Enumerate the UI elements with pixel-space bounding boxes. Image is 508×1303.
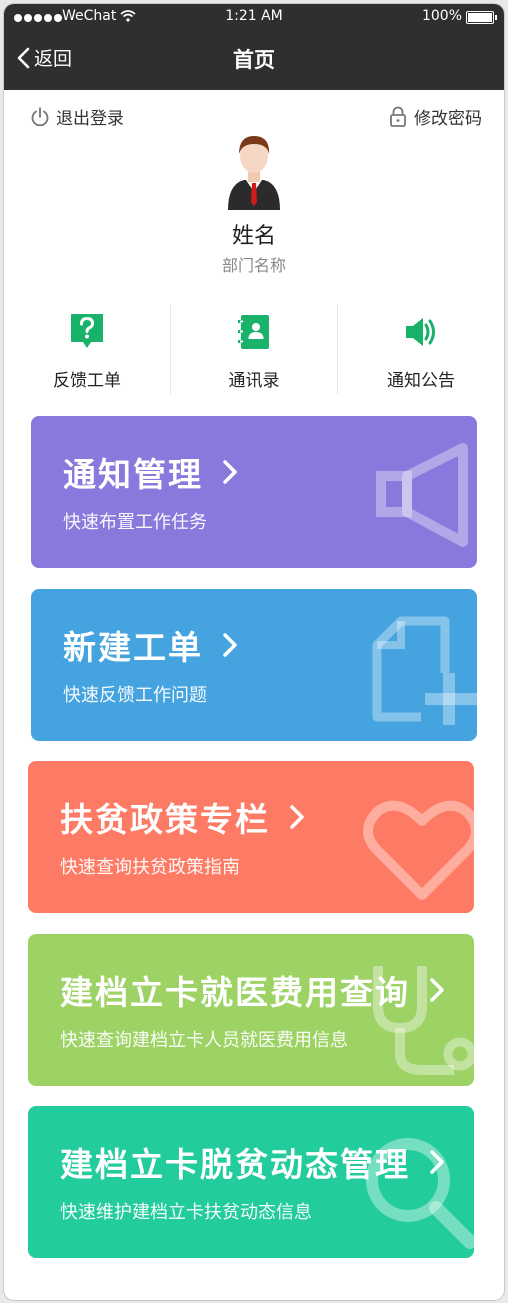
poverty-policy-card[interactable]: 扶贫政策专栏 快速查询扶贫政策指南: [28, 761, 474, 913]
chevron-right-icon: [223, 633, 237, 657]
avatar: [228, 136, 280, 210]
shortcut-label: 通讯录: [228, 371, 280, 391]
card-title: 通知管理: [63, 448, 239, 496]
shortcut-bar: 反馈工单 通讯录 通知公告: [4, 304, 504, 394]
phone-screen: WeChat 1:21 AM 100% 返回 首页 退出登录 修改密码 姓名 部…: [4, 4, 504, 1300]
power-icon: [31, 106, 49, 126]
chevron-right-icon: [223, 460, 237, 484]
change-password-button[interactable]: 修改密码: [388, 104, 482, 129]
card-title-text: 扶贫政策专栏: [60, 800, 270, 839]
status-bar: WeChat 1:21 AM 100%: [4, 4, 504, 30]
shortcut-feedback[interactable]: 反馈工单: [4, 304, 170, 394]
page-title: 首页: [233, 48, 275, 72]
card-subtitle: 快速反馈工作问题: [63, 685, 207, 706]
chevron-right-icon: [430, 1150, 444, 1174]
lock-icon: [390, 106, 406, 127]
card-subtitle: 快速维护建档立卡扶贫动态信息: [60, 1202, 312, 1223]
top-bar: WeChat 1:21 AM 100% 返回 首页: [4, 4, 504, 90]
contacts-book-icon: [238, 315, 269, 349]
logout-button[interactable]: 退出登录: [30, 104, 124, 129]
battery-icon: [466, 11, 497, 24]
new-ticket-card[interactable]: 新建工单 快速反馈工作问题: [31, 589, 477, 741]
card-title-text: 通知管理: [63, 455, 203, 494]
user-name: 姓名: [231, 224, 276, 249]
chevron-right-icon: [290, 805, 304, 829]
card-title-text: 建档立卡脱贫动态管理: [60, 1145, 410, 1184]
card-title: 建档立卡脱贫动态管理: [60, 1138, 446, 1186]
new-document-icon: [372, 616, 477, 725]
department-name: 部门名称: [221, 256, 286, 275]
card-subtitle: 快速查询建档立卡人员就医费用信息: [60, 1030, 348, 1051]
notice-management-card[interactable]: 通知管理 快速布置工作任务: [31, 416, 477, 568]
shortcut-label: 反馈工单: [53, 371, 121, 391]
nav-bar: 返回 首页: [4, 34, 504, 84]
card-title-text: 新建工单: [63, 628, 203, 667]
card-title: 建档立卡就医费用查询: [60, 966, 446, 1014]
card-title: 新建工单: [63, 621, 239, 669]
question-bubble-icon: [71, 314, 103, 348]
logout-label: 退出登录: [56, 109, 124, 129]
card-subtitle: 快速查询扶贫政策指南: [60, 857, 240, 878]
poverty-dynamic-card[interactable]: 建档立卡脱贫动态管理 快速维护建档立卡扶贫动态信息: [28, 1106, 474, 1258]
card-title-text: 建档立卡就医费用查询: [60, 973, 410, 1012]
card-subtitle: 快速布置工作任务: [63, 512, 207, 533]
chevron-right-icon: [430, 978, 444, 1002]
change-password-label: 修改密码: [414, 109, 482, 129]
battery-percent: 100%: [421, 8, 462, 24]
shortcut-contacts[interactable]: 通讯录: [170, 304, 337, 394]
shortcut-notices[interactable]: 通知公告: [337, 304, 504, 394]
medical-cost-query-card[interactable]: 建档立卡就医费用查询 快速查询建档立卡人员就医费用信息: [28, 934, 474, 1086]
card-title: 扶贫政策专栏: [60, 793, 306, 841]
shortcut-label: 通知公告: [387, 371, 455, 391]
megaphone-icon: [376, 443, 468, 547]
heart-icon: [363, 800, 474, 900]
speaker-icon: [406, 318, 435, 346]
